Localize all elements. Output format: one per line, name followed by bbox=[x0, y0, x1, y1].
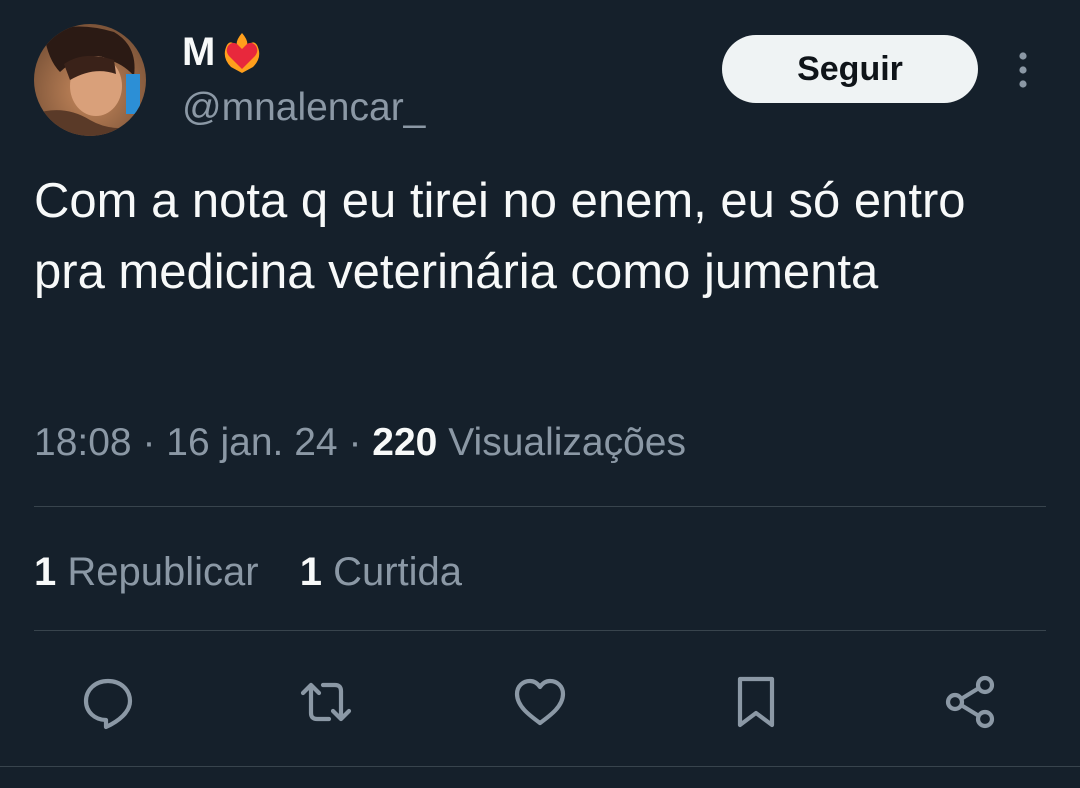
user-name-row: M bbox=[182, 28, 265, 76]
reposts-label: Republicar bbox=[67, 550, 259, 594]
user-name[interactable]: M bbox=[182, 28, 215, 76]
share-button[interactable] bbox=[938, 670, 1002, 734]
divider bbox=[34, 630, 1046, 631]
bookmark-icon bbox=[737, 676, 775, 728]
heart-on-fire-icon bbox=[225, 33, 260, 73]
meta-separator: · bbox=[142, 421, 156, 464]
user-handle[interactable]: @mnalencar_ bbox=[182, 84, 425, 132]
views-label: Visualizações bbox=[448, 421, 686, 464]
like-button[interactable] bbox=[508, 670, 572, 734]
reposts-count: 1 bbox=[34, 550, 57, 594]
user-avatar-photo-icon bbox=[34, 24, 146, 136]
repost-icon bbox=[300, 682, 352, 722]
follow-button[interactable]: Seguir bbox=[722, 35, 978, 103]
likes-count: 1 bbox=[299, 550, 322, 594]
meta-separator: · bbox=[348, 421, 362, 464]
bottom-divider bbox=[0, 766, 1080, 767]
tweet-text: Com a nota q eu tirei no enem, eu só ent… bbox=[34, 174, 966, 299]
action-bar bbox=[0, 660, 1080, 740]
views-count: 220 bbox=[372, 421, 438, 464]
bookmark-button[interactable] bbox=[724, 670, 788, 734]
share-icon bbox=[945, 675, 995, 729]
likes-label: Curtida bbox=[333, 550, 463, 594]
repost-button[interactable] bbox=[294, 670, 358, 734]
likes-stat[interactable]: 1 Curtida bbox=[300, 545, 462, 599]
reply-icon bbox=[83, 678, 133, 730]
tweet-meta: 18:08 · 16 jan. 24 · 220 Visualizações bbox=[34, 416, 686, 470]
divider bbox=[34, 506, 1046, 507]
reply-button[interactable] bbox=[76, 670, 140, 734]
tweet-stats: 1 Republicar 1 Curtida bbox=[34, 545, 492, 599]
tweet-time[interactable]: 18:08 bbox=[34, 421, 132, 464]
reposts-stat[interactable]: 1 Republicar bbox=[34, 545, 259, 599]
more-options-icon[interactable] bbox=[1010, 50, 1036, 90]
tweet-date[interactable]: 16 jan. 24 bbox=[166, 421, 337, 464]
avatar[interactable] bbox=[34, 24, 146, 136]
like-icon bbox=[514, 678, 566, 726]
